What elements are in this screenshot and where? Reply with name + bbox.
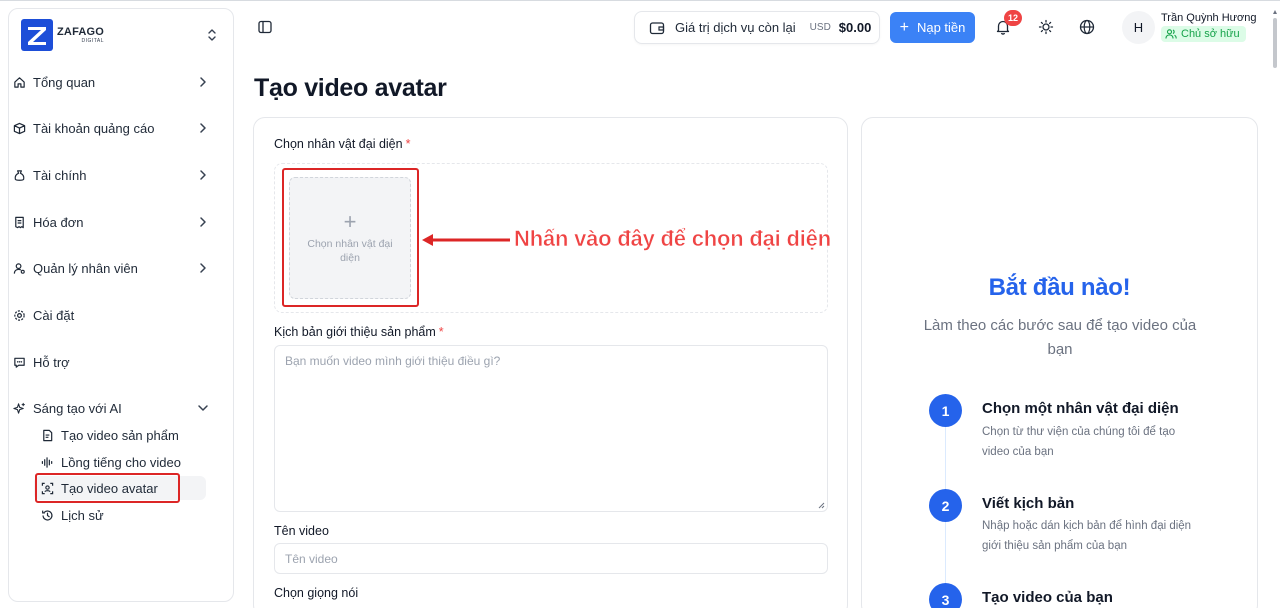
chevron-right-icon — [196, 261, 210, 275]
sidebar-item-overview[interactable]: Tổng quan — [12, 70, 214, 94]
file-video-icon — [40, 428, 54, 442]
wallet-icon — [649, 20, 665, 36]
balance-amount: $0.00 — [838, 20, 872, 35]
sidebar-item-support[interactable]: Hỗ trợ — [12, 350, 214, 374]
sidebar-item-finance[interactable]: Tài chính — [12, 163, 214, 187]
user-avatar[interactable]: H — [1122, 11, 1155, 44]
plus-icon: + — [899, 18, 909, 36]
resize-grip-icon[interactable] — [817, 501, 825, 509]
chevron-down-icon — [196, 401, 210, 415]
guide-title: Bắt đầu nào! — [988, 274, 1131, 301]
step-title: Tạo video của bạn — [982, 589, 1113, 606]
script-placeholder: Bạn muốn video mình giới thiệu điều gì? — [285, 354, 501, 368]
video-name-label: Tên video — [274, 524, 329, 538]
video-name-input[interactable]: Tên video — [274, 543, 828, 574]
users-icon — [1165, 28, 1177, 40]
chevron-right-icon — [196, 215, 210, 229]
sidebar-item-label: Hỗ trợ — [33, 354, 70, 370]
step-number: 2 — [929, 489, 962, 522]
voice-field-label: Chọn giọng nói — [274, 586, 359, 600]
script-textarea[interactable]: Bạn muốn video mình giới thiệu điều gì? — [274, 345, 828, 512]
annotation-arrow-icon — [422, 234, 510, 246]
sidebar-item-invoices[interactable]: Hóa đơn — [12, 210, 214, 234]
sidebar-item-label: Cài đặt — [33, 307, 75, 323]
balance-currency: USD — [809, 22, 831, 33]
history-icon — [40, 508, 54, 522]
guide-subtitle: Làm theo các bước sau để tạo video của b… — [923, 317, 1197, 358]
avatar-field-label: Chọn nhân vật đại diện * — [274, 137, 410, 151]
sidebar-item-label: Tổng quan — [33, 74, 96, 90]
sidebar-item-label: Quản lý nhân viên — [33, 260, 138, 276]
brand-name: ZAFAGO — [57, 26, 105, 38]
step-description: Nhập hoặc dán kịch bản để hình đại diện … — [982, 520, 1192, 552]
sidebar-item-settings[interactable]: Cài đặt — [12, 303, 214, 327]
user-name: Trần Quỳnh Hương — [1161, 12, 1257, 24]
video-name-placeholder: Tên video — [285, 551, 338, 566]
money-bag-icon — [12, 168, 26, 182]
brand-logo[interactable]: ZAFAGO DIGITAL — [21, 19, 104, 51]
avatar-field-label-text: Chọn nhân vật đại diện — [274, 137, 403, 151]
sidebar-item-label: Tài khoản quảng cáo — [33, 120, 155, 136]
audio-wave-icon — [40, 455, 54, 469]
zafago-logo-icon — [21, 19, 53, 51]
script-field-label: Kịch bản giới thiệu sản phẩm * — [274, 325, 444, 339]
service-balance[interactable]: Giá trị dịch vụ còn lại USD $0.00 — [634, 11, 880, 44]
top-divider — [0, 0, 1280, 1]
home-icon — [12, 75, 26, 89]
receipt-icon — [12, 215, 26, 229]
user-role-badge: Chủ sở hữu — [1161, 26, 1246, 42]
step-number: 1 — [929, 394, 962, 427]
sidebar-subitem-label: Lồng tiếng cho video — [61, 454, 181, 470]
box-icon — [12, 121, 26, 135]
required-mark: * — [405, 137, 411, 151]
sidebar-item-label: Sáng tạo với AI — [33, 400, 122, 416]
sidebar-subitem-label: Tạo video sản phẩm — [61, 427, 179, 443]
chevron-right-icon — [196, 121, 210, 135]
topup-label: Nạp tiền — [916, 20, 966, 35]
theme-toggle-sun-icon[interactable] — [1037, 18, 1055, 36]
step-title: Chọn một nhân vật đại diện — [982, 400, 1179, 417]
page-scrollbar[interactable] — [1272, 8, 1278, 608]
topup-button[interactable]: + Nạp tiền — [890, 12, 975, 43]
sidebar-subitem-product-video[interactable]: Tạo video sản phẩm — [34, 423, 206, 447]
required-mark: * — [438, 325, 444, 339]
message-icon — [12, 355, 26, 369]
sidebar-item-ad-accounts[interactable]: Tài khoản quảng cáo — [12, 116, 214, 140]
step-description: Chọn từ thư viện của chúng tôi để tạo vi… — [982, 426, 1176, 458]
highlight-box-upload — [282, 168, 419, 307]
sidebar-item-label: Tài chính — [33, 167, 87, 183]
settings-icon — [12, 308, 26, 322]
sparkles-icon — [12, 401, 26, 415]
page-title: Tạo video avatar — [254, 74, 447, 102]
step-number: 3 — [929, 583, 962, 608]
brand-sub: DIGITAL — [81, 38, 105, 44]
annotation-callout: Nhấn vào đây để chọn đại diện — [514, 226, 832, 252]
workspace-switcher-icon[interactable] — [205, 27, 219, 45]
highlight-box-avatar-menu — [35, 473, 180, 503]
chevron-right-icon — [196, 75, 210, 89]
sidebar-subitem-label: Lịch sử — [61, 507, 104, 523]
sidebar-item-ai-creation[interactable]: Sáng tạo với AI — [12, 396, 214, 420]
language-globe-icon[interactable] — [1078, 18, 1096, 36]
script-field-label-text: Kịch bản giới thiệu sản phẩm — [274, 325, 436, 339]
step-title: Viết kịch bản — [982, 495, 1075, 512]
user-role-label: Chủ sở hữu — [1181, 28, 1240, 40]
user-cog-icon — [12, 261, 26, 275]
sidebar-subitem-dubbing[interactable]: Lồng tiếng cho video — [34, 450, 206, 474]
balance-label: Giá trị dịch vụ còn lại — [675, 20, 796, 35]
sidebar-subitem-history[interactable]: Lịch sử — [34, 503, 206, 527]
sidebar-toggle-icon[interactable] — [254, 16, 276, 38]
chevron-right-icon — [196, 168, 210, 182]
sidebar-item-staff[interactable]: Quản lý nhân viên — [12, 256, 214, 280]
sidebar-item-label: Hóa đơn — [33, 214, 84, 230]
notification-count-badge: 12 — [1004, 10, 1022, 26]
